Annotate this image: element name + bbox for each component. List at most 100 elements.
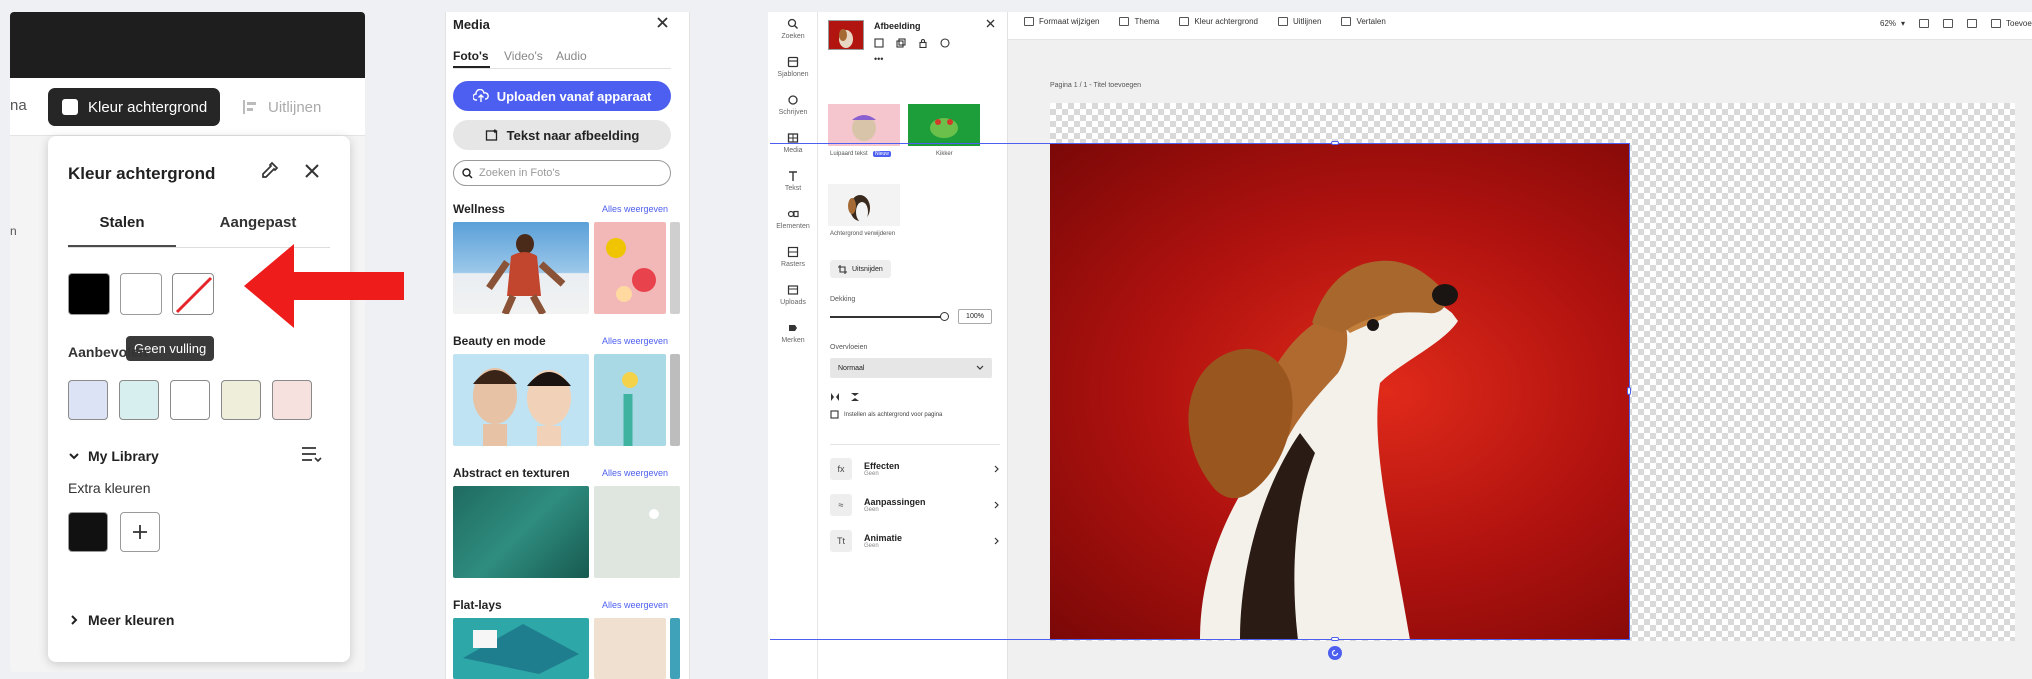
close-icon[interactable] [986, 19, 995, 28]
flip-horizontal-icon[interactable] [830, 392, 840, 402]
image-properties-panel: Afbeelding ••• Luipaard tekst Nieuw Kikk… [818, 12, 1008, 679]
more-colors-toggle[interactable]: Meer kleuren [68, 612, 174, 628]
align-button[interactable]: Uitlijnen [242, 88, 321, 126]
add-button[interactable]: Toevoegen [1991, 19, 2032, 28]
resize-handle-right[interactable] [1627, 387, 1631, 395]
photo-tile[interactable] [453, 618, 589, 679]
text-effects-icon [788, 95, 798, 105]
theme-button[interactable]: Thema [1119, 17, 1159, 26]
swatch-no-fill[interactable] [172, 273, 214, 315]
section-title: Flat-lays [453, 598, 502, 612]
quick-action-thumb[interactable] [908, 104, 980, 146]
upload-button[interactable]: Uploaden vanaf apparaat [453, 81, 671, 111]
duplicate-icon[interactable] [896, 38, 906, 48]
templates-icon [787, 56, 799, 68]
animation-row[interactable]: Tt Animatie Geen [830, 526, 1000, 556]
crop-button[interactable]: Uitsnijden [830, 260, 891, 278]
recommended-swatch[interactable] [221, 380, 261, 420]
tab-videos[interactable]: Video's [504, 49, 543, 63]
show-all-link[interactable]: Alles weergeven [602, 204, 668, 214]
photo-tile-partial[interactable] [670, 354, 680, 446]
photo-tile[interactable] [594, 486, 680, 578]
recommended-swatch[interactable] [272, 380, 312, 420]
flip-vertical-icon[interactable] [850, 392, 860, 402]
quick-action-thumb[interactable] [828, 104, 900, 146]
redo-icon[interactable] [1943, 19, 1954, 28]
show-all-link[interactable]: Alles weergeven [602, 336, 668, 346]
opacity-value-field[interactable]: 100% [958, 309, 992, 324]
text-to-image-button[interactable]: Tekst naar afbeelding [453, 120, 671, 150]
tab-swatches[interactable]: Stalen [68, 208, 176, 248]
rail-item-uploads[interactable]: Uploads [768, 284, 818, 306]
animation-icon: Tt [830, 530, 852, 552]
chevron-down-icon [69, 453, 79, 460]
photo-tile[interactable] [453, 486, 589, 578]
crop-button-label: Uitsnijden [852, 265, 883, 273]
translate-icon [1341, 17, 1352, 26]
resize-button[interactable]: Formaat wijzigen [1024, 17, 1099, 26]
set-as-background-option[interactable]: Instellen als achtergrond voor pagina [830, 410, 942, 419]
selection-top-edge [770, 143, 1630, 144]
rotate-handle[interactable] [1328, 646, 1342, 660]
undo-icon[interactable] [1919, 19, 1930, 28]
opacity-slider-handle[interactable] [940, 312, 949, 321]
recommended-swatch[interactable] [68, 380, 108, 420]
photo-tile-partial[interactable] [670, 618, 680, 679]
align-button[interactable]: Uitlijnen [1277, 17, 1321, 26]
photo-tile[interactable] [594, 222, 666, 314]
photo-tile[interactable] [594, 618, 666, 679]
adjustments-sub: Geen [864, 507, 879, 513]
opacity-label: Dekking [830, 296, 856, 303]
eyedropper-icon[interactable] [258, 160, 280, 182]
photo-tile[interactable] [453, 222, 589, 314]
lock-icon[interactable] [918, 38, 928, 48]
library-swatch[interactable] [68, 512, 108, 552]
show-all-link[interactable]: Alles weergeven [602, 600, 668, 610]
rail-item-elements[interactable]: Elementen [768, 208, 818, 230]
photo-tile[interactable] [594, 354, 666, 446]
rail-item-text[interactable]: Tekst [768, 170, 818, 192]
rail-item-brands[interactable]: Merken [768, 322, 818, 344]
opacity-slider-track[interactable] [830, 316, 944, 318]
swatch-white[interactable] [120, 273, 162, 315]
blend-mode-select[interactable]: Normaal [830, 358, 992, 378]
more-options-icon[interactable]: ••• [874, 54, 883, 64]
background-color-button[interactable]: Kleur achtergrond [48, 88, 220, 126]
tab-divider [453, 68, 671, 69]
page-label: Pagina 1 / 1 - Titel toevoegen [1050, 82, 1142, 89]
recommended-swatch[interactable] [119, 380, 159, 420]
library-options-icon[interactable] [300, 444, 322, 464]
rail-item-grids[interactable]: Rasters [768, 246, 818, 268]
rail-item-templates[interactable]: Sjablonen [768, 56, 818, 78]
adjustments-row[interactable]: ≈ Aanpassingen Geen [830, 490, 1000, 520]
media-search-input[interactable]: Zoeken in Foto's [453, 160, 671, 186]
pages-icon[interactable] [1967, 19, 1978, 28]
show-all-link[interactable]: Alles weergeven [602, 468, 668, 478]
info-icon[interactable] [940, 38, 950, 48]
rail-item-label: Schrijven [778, 109, 808, 116]
swatch-black[interactable] [68, 273, 110, 315]
generate-image-icon [485, 129, 498, 141]
zoom-select[interactable]: 62% ▾ [1880, 19, 1905, 28]
tab-audio[interactable]: Audio [556, 49, 587, 63]
background-color-button[interactable]: Kleur achtergrond [1179, 17, 1258, 26]
close-icon[interactable] [303, 162, 321, 180]
close-icon[interactable] [656, 16, 669, 29]
resize-handle-top[interactable] [1331, 141, 1339, 145]
recommended-swatch[interactable] [170, 380, 210, 420]
add-color-button[interactable] [120, 512, 160, 552]
extra-colors-label: Extra kleuren [68, 480, 151, 496]
replace-icon[interactable] [874, 38, 884, 48]
translate-button[interactable]: Vertalen [1341, 17, 1386, 26]
effects-row[interactable]: fx Effecten Geen [830, 454, 1000, 484]
rail-item-search[interactable]: Zoeken [768, 18, 818, 40]
resize-handle-bottom[interactable] [1331, 637, 1339, 641]
tab-photos[interactable]: Foto's [453, 49, 489, 63]
tab-custom[interactable]: Aangepast [188, 208, 328, 248]
rail-item-write[interactable]: Schrijven [768, 94, 818, 116]
photo-tile[interactable] [453, 354, 589, 446]
photo-tile-partial[interactable] [670, 222, 680, 314]
my-library-toggle[interactable]: My Library [68, 448, 159, 464]
remove-background-thumb[interactable] [828, 184, 900, 226]
canvas-image[interactable] [1050, 143, 1630, 640]
